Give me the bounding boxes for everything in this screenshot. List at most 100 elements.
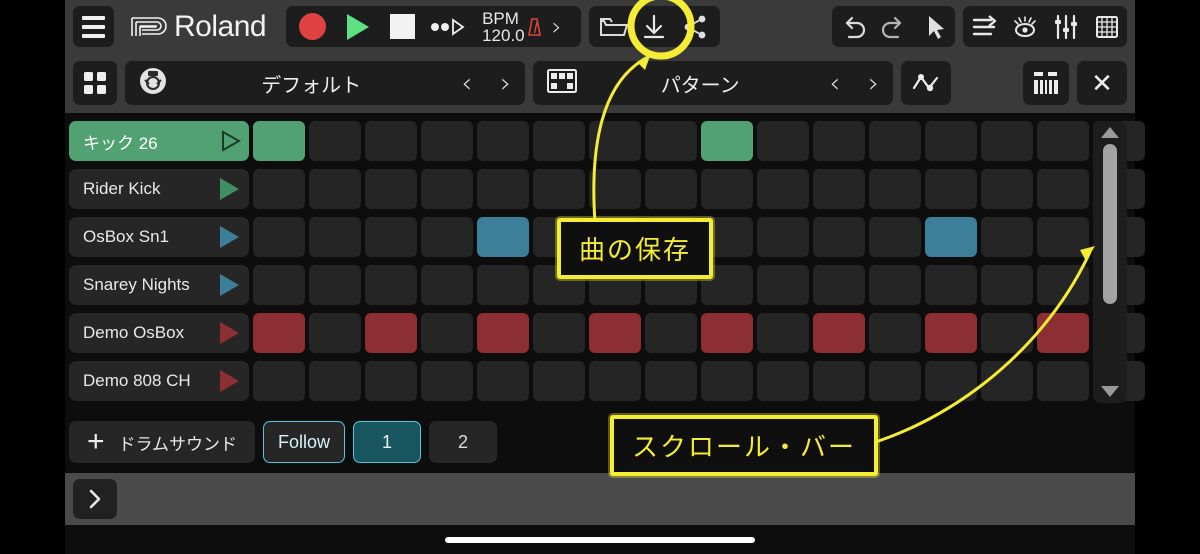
step-cell[interactable] <box>309 265 361 305</box>
step-cell[interactable] <box>813 169 865 209</box>
close-panel-button[interactable]: ✕ <box>1077 61 1127 105</box>
page-button-2[interactable]: 2 <box>429 421 498 463</box>
arrange-button[interactable] <box>963 6 1004 47</box>
step-cell[interactable] <box>365 169 417 209</box>
step-cell[interactable] <box>533 121 585 161</box>
track-preview-play-icon[interactable] <box>220 226 239 248</box>
step-cell[interactable] <box>589 121 641 161</box>
step-cell[interactable] <box>925 121 977 161</box>
step-cell[interactable] <box>1037 169 1089 209</box>
save-song-button[interactable] <box>634 6 675 47</box>
step-cell[interactable] <box>981 217 1033 257</box>
pad-grid-button[interactable] <box>1086 6 1127 47</box>
track-preview-play-icon[interactable] <box>220 130 242 152</box>
step-cell[interactable] <box>757 361 809 401</box>
step-cell[interactable] <box>477 313 529 353</box>
track-row[interactable]: OsBox Sn1 <box>69 217 249 257</box>
play-button[interactable] <box>337 6 378 47</box>
step-cell[interactable] <box>925 265 977 305</box>
step-cell[interactable] <box>477 265 529 305</box>
step-cell[interactable] <box>1037 361 1089 401</box>
step-cell[interactable] <box>869 361 921 401</box>
step-cell[interactable] <box>981 361 1033 401</box>
vertical-scrollbar[interactable] <box>1093 121 1127 403</box>
pattern-prev-button[interactable]: ‹ <box>815 70 854 97</box>
step-cell[interactable] <box>589 169 641 209</box>
track-preview-play-icon[interactable] <box>220 322 239 344</box>
step-cell[interactable] <box>813 217 865 257</box>
step-cell[interactable] <box>477 217 529 257</box>
step-cell[interactable] <box>421 265 473 305</box>
step-cell[interactable] <box>253 121 305 161</box>
step-cell[interactable] <box>925 217 977 257</box>
automation-button[interactable] <box>901 61 951 105</box>
step-cell[interactable] <box>253 361 305 401</box>
step-cell[interactable] <box>981 265 1033 305</box>
step-cell[interactable] <box>925 361 977 401</box>
expand-panel-button[interactable] <box>73 479 117 519</box>
step-cell[interactable] <box>757 265 809 305</box>
step-cell[interactable] <box>365 121 417 161</box>
bpm-display[interactable]: BPM 120.0 › <box>472 6 575 47</box>
step-cell[interactable] <box>645 313 697 353</box>
step-cell[interactable] <box>477 361 529 401</box>
step-cell[interactable] <box>365 313 417 353</box>
step-cell[interactable] <box>309 217 361 257</box>
pattern-next-button[interactable]: › <box>854 70 893 97</box>
scrollbar-track[interactable] <box>1103 138 1117 386</box>
step-cell[interactable] <box>981 169 1033 209</box>
kit-selector[interactable]: デフォルト ‹ › <box>125 61 525 105</box>
keyboard-button[interactable] <box>1023 61 1069 105</box>
mixer-button[interactable] <box>1045 6 1086 47</box>
step-cell[interactable] <box>701 121 753 161</box>
step-cell[interactable] <box>925 313 977 353</box>
step-cell[interactable] <box>309 169 361 209</box>
track-row[interactable]: Demo OsBox <box>69 313 249 353</box>
step-cell[interactable] <box>421 217 473 257</box>
track-row[interactable]: Snarey Nights <box>69 265 249 305</box>
add-drum-sound-button[interactable]: + ドラムサウンド <box>69 421 256 463</box>
kit-prev-button[interactable]: ‹ <box>447 70 486 97</box>
track-row[interactable]: Rider Kick <box>69 169 249 209</box>
step-cell[interactable] <box>701 361 753 401</box>
step-cell[interactable] <box>365 265 417 305</box>
step-cell[interactable] <box>589 313 641 353</box>
step-cell[interactable] <box>813 361 865 401</box>
step-cell[interactable] <box>253 217 305 257</box>
step-cell[interactable] <box>869 265 921 305</box>
step-cell[interactable] <box>645 361 697 401</box>
step-cell[interactable] <box>813 313 865 353</box>
apps-grid-button[interactable] <box>73 61 117 105</box>
step-cell[interactable] <box>589 361 641 401</box>
hamburger-menu-button[interactable] <box>73 6 114 47</box>
step-cell[interactable] <box>869 313 921 353</box>
track-preview-play-icon[interactable] <box>220 370 239 392</box>
step-cell[interactable] <box>421 121 473 161</box>
step-cell[interactable] <box>533 361 585 401</box>
step-cell[interactable] <box>253 265 305 305</box>
pattern-selector[interactable]: パターン ‹ › <box>533 61 893 105</box>
step-cell[interactable] <box>701 169 753 209</box>
step-cell[interactable] <box>421 169 473 209</box>
step-cell[interactable] <box>925 169 977 209</box>
step-cell[interactable] <box>533 169 585 209</box>
step-cell[interactable] <box>981 313 1033 353</box>
step-cell[interactable] <box>477 121 529 161</box>
step-cell[interactable] <box>309 121 361 161</box>
open-file-button[interactable] <box>593 6 634 47</box>
share-button[interactable] <box>675 6 716 47</box>
step-cell[interactable] <box>1037 265 1089 305</box>
step-cell[interactable] <box>421 361 473 401</box>
track-row[interactable]: キック 26 <box>69 121 249 161</box>
step-cell[interactable] <box>645 121 697 161</box>
scroll-down-arrow[interactable] <box>1101 386 1119 397</box>
step-cell[interactable] <box>981 121 1033 161</box>
redo-button[interactable] <box>873 6 914 47</box>
step-cell[interactable] <box>813 265 865 305</box>
step-cell[interactable] <box>365 217 417 257</box>
step-cell[interactable] <box>869 169 921 209</box>
eye-button[interactable] <box>1004 6 1045 47</box>
step-cell[interactable] <box>253 313 305 353</box>
undo-button[interactable] <box>832 6 873 47</box>
step-cell[interactable] <box>309 361 361 401</box>
